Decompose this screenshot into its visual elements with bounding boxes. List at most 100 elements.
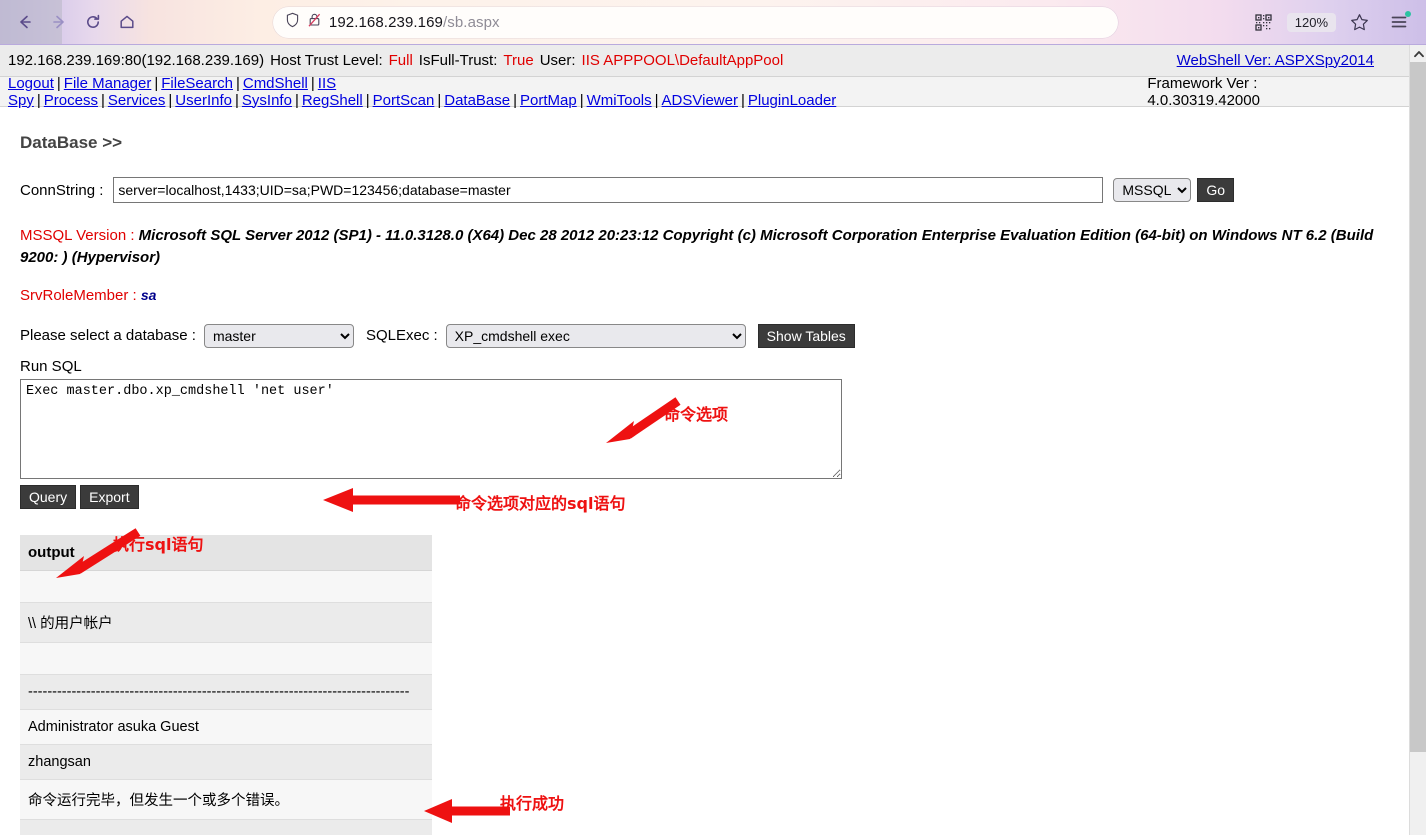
nav-link-adsviewer[interactable]: ADSViewer	[662, 92, 738, 109]
nav-separator: |	[579, 91, 584, 109]
nav-separator: |	[154, 74, 159, 92]
output-table-body: \\ 的用户帐户 --------------------------------…	[20, 570, 432, 835]
isfulltrust-label: IsFull-Trust:	[418, 51, 498, 69]
nav-separator: |	[36, 91, 41, 109]
anno-success: 执行成功	[500, 794, 565, 813]
qr-code-icon	[1255, 13, 1272, 31]
home-icon	[118, 13, 136, 31]
scrollbar-thumb[interactable]	[1410, 62, 1426, 752]
table-row: zhangsan	[20, 744, 432, 780]
database-panel: DataBase >> ConnString : MSSQLMySQLAcces…	[0, 133, 1426, 835]
table-row: ----------------------------------------…	[20, 674, 432, 710]
nav-separator: |	[365, 91, 370, 109]
home-button[interactable]	[110, 5, 144, 39]
nav-link-file-manager[interactable]: File Manager	[64, 75, 152, 92]
host-trust-value: Full	[388, 51, 413, 69]
mssql-version-row: MSSQL Version : Microsoft SQL Server 201…	[20, 225, 1380, 269]
url-text: 192.168.239.169/sb.aspx	[329, 14, 500, 31]
table-cell-output: zhangsan	[20, 744, 432, 780]
bookmark-button[interactable]	[1342, 5, 1376, 39]
menu-notification-dot	[1405, 11, 1411, 17]
mssql-version-value: Microsoft SQL Server 2012 (SP1) - 11.0.3…	[20, 227, 1374, 266]
nav-link-cmdshell[interactable]: CmdShell	[243, 75, 308, 92]
address-bar[interactable]: 192.168.239.169/sb.aspx	[272, 6, 1118, 38]
nav-link-services[interactable]: Services	[108, 92, 166, 109]
srvrolemember-row: SrvRoleMember : sa	[20, 287, 1406, 304]
lock-crossed-icon[interactable]	[307, 12, 322, 33]
table-cell-output: 命令运行完毕，但发生一个或多个错误。	[20, 779, 432, 820]
nav-separator: |	[56, 74, 61, 92]
host-info-bar: 192.168.239.169:80(192.168.239.169) Host…	[0, 45, 1426, 77]
connstring-input[interactable]	[113, 177, 1104, 203]
browser-toolbar: 192.168.239.169/sb.aspx 120%	[0, 0, 1426, 45]
nav-separator: |	[740, 91, 745, 109]
nav-link-portmap[interactable]: PortMap	[520, 92, 577, 109]
nav-link-userinfo[interactable]: UserInfo	[175, 92, 232, 109]
app-menu-button[interactable]	[1382, 5, 1416, 39]
nav-link-sysinfo[interactable]: SysInfo	[242, 92, 292, 109]
table-row: Administrator asuka Guest	[20, 709, 432, 745]
back-button[interactable]	[8, 5, 42, 39]
nav-separator: |	[513, 91, 518, 109]
nav-link-logout[interactable]: Logout	[8, 75, 54, 92]
forward-button[interactable]	[42, 5, 76, 39]
qr-code-button[interactable]	[1247, 5, 1281, 39]
run-sql-label: Run SQL	[20, 357, 82, 375]
export-button[interactable]: Export	[80, 484, 139, 509]
arrow-sql-statement	[315, 485, 465, 520]
forward-arrow-icon	[50, 13, 68, 31]
nav-link-regshell[interactable]: RegShell	[302, 92, 363, 109]
nav-separator: |	[437, 91, 442, 109]
nav-link-database[interactable]: DataBase	[444, 92, 510, 109]
page-content: 192.168.239.169:80(192.168.239.169) Host…	[0, 45, 1426, 835]
srvrolemember-label: SrvRoleMember :	[20, 286, 137, 304]
nav-separator: |	[168, 91, 173, 109]
url-host: 192.168.239.169	[328, 13, 443, 31]
nav-link-portscan[interactable]: PortScan	[373, 92, 435, 109]
nav-separator: |	[310, 74, 315, 92]
nav-separator: |	[100, 91, 105, 109]
star-icon	[1350, 13, 1369, 32]
database-select[interactable]: mastermodelmsdbtempdb	[203, 323, 354, 348]
table-row	[20, 819, 432, 835]
nav-link-filesearch[interactable]: FileSearch	[161, 75, 233, 92]
anno-execute-sql: 执行sql语句	[113, 535, 204, 554]
nav-separator: |	[654, 91, 659, 109]
webshell-nav-bar: Logout | File Manager | FileSearch | CmdShell |…	[0, 75, 1426, 109]
page-title: DataBase >>	[20, 133, 123, 152]
page-scrollbar[interactable]	[1409, 45, 1426, 835]
reload-icon	[84, 13, 102, 31]
sql-action-buttons: Query Export	[20, 484, 1406, 509]
table-cell-output	[20, 819, 432, 835]
select-database-label: Please select a database :	[20, 327, 196, 344]
zoom-level-indicator[interactable]: 120%	[1286, 12, 1336, 32]
table-cell-output: \\ 的用户帐户	[20, 602, 432, 643]
nav-links: Logout | File Manager | FileSearch | CmdShell |…	[8, 75, 1147, 109]
connstring-label: ConnString :	[20, 181, 104, 199]
nav-link-pluginloader[interactable]: PluginLoader	[748, 92, 836, 109]
user-value: IIS APPPOOL\DefaultAppPool	[581, 51, 784, 69]
table-cell-output	[20, 642, 432, 675]
nav-separator: |	[235, 74, 240, 92]
nav-separator: |	[235, 91, 239, 109]
shield-icon[interactable]	[285, 12, 300, 33]
scroll-up-arrow[interactable]	[1410, 45, 1426, 62]
table-row: \\ 的用户帐户	[20, 602, 432, 643]
sql-textarea[interactable]: Exec master.dbo.xp_cmdshell 'net user'	[20, 378, 842, 479]
go-button[interactable]: Go	[1197, 178, 1235, 202]
url-bar-container: 192.168.239.169/sb.aspx	[144, 6, 1247, 38]
nav-link-wmitools[interactable]: WmiTools	[587, 92, 652, 109]
host-trust-label: Host Trust Level:	[270, 51, 383, 69]
reload-button[interactable]	[76, 5, 110, 39]
table-row: 命令运行完毕，但发生一个或多个错误。	[20, 779, 432, 820]
nav-link-process[interactable]: Process	[44, 92, 98, 109]
query-button[interactable]: Query	[20, 484, 77, 509]
host-address: 192.168.239.169:80(192.168.239.169)	[8, 51, 265, 69]
webshell-version-link[interactable]: WebShell Ver: ASPXSpy2014	[1177, 52, 1374, 69]
nav-separator: |	[294, 91, 299, 109]
show-tables-button[interactable]: Show Tables	[757, 323, 855, 348]
sqlexec-select[interactable]: XP_cmdshell execSp_oacreate execSQL Serv…	[445, 323, 746, 348]
connstring-row: ConnString : MSSQLMySQLAccessOracle Go	[20, 177, 1406, 203]
connection-type-select[interactable]: MSSQLMySQLAccessOracle	[1113, 178, 1192, 202]
anno-sql-statement: 命令选项对应的sql语句	[455, 494, 626, 513]
